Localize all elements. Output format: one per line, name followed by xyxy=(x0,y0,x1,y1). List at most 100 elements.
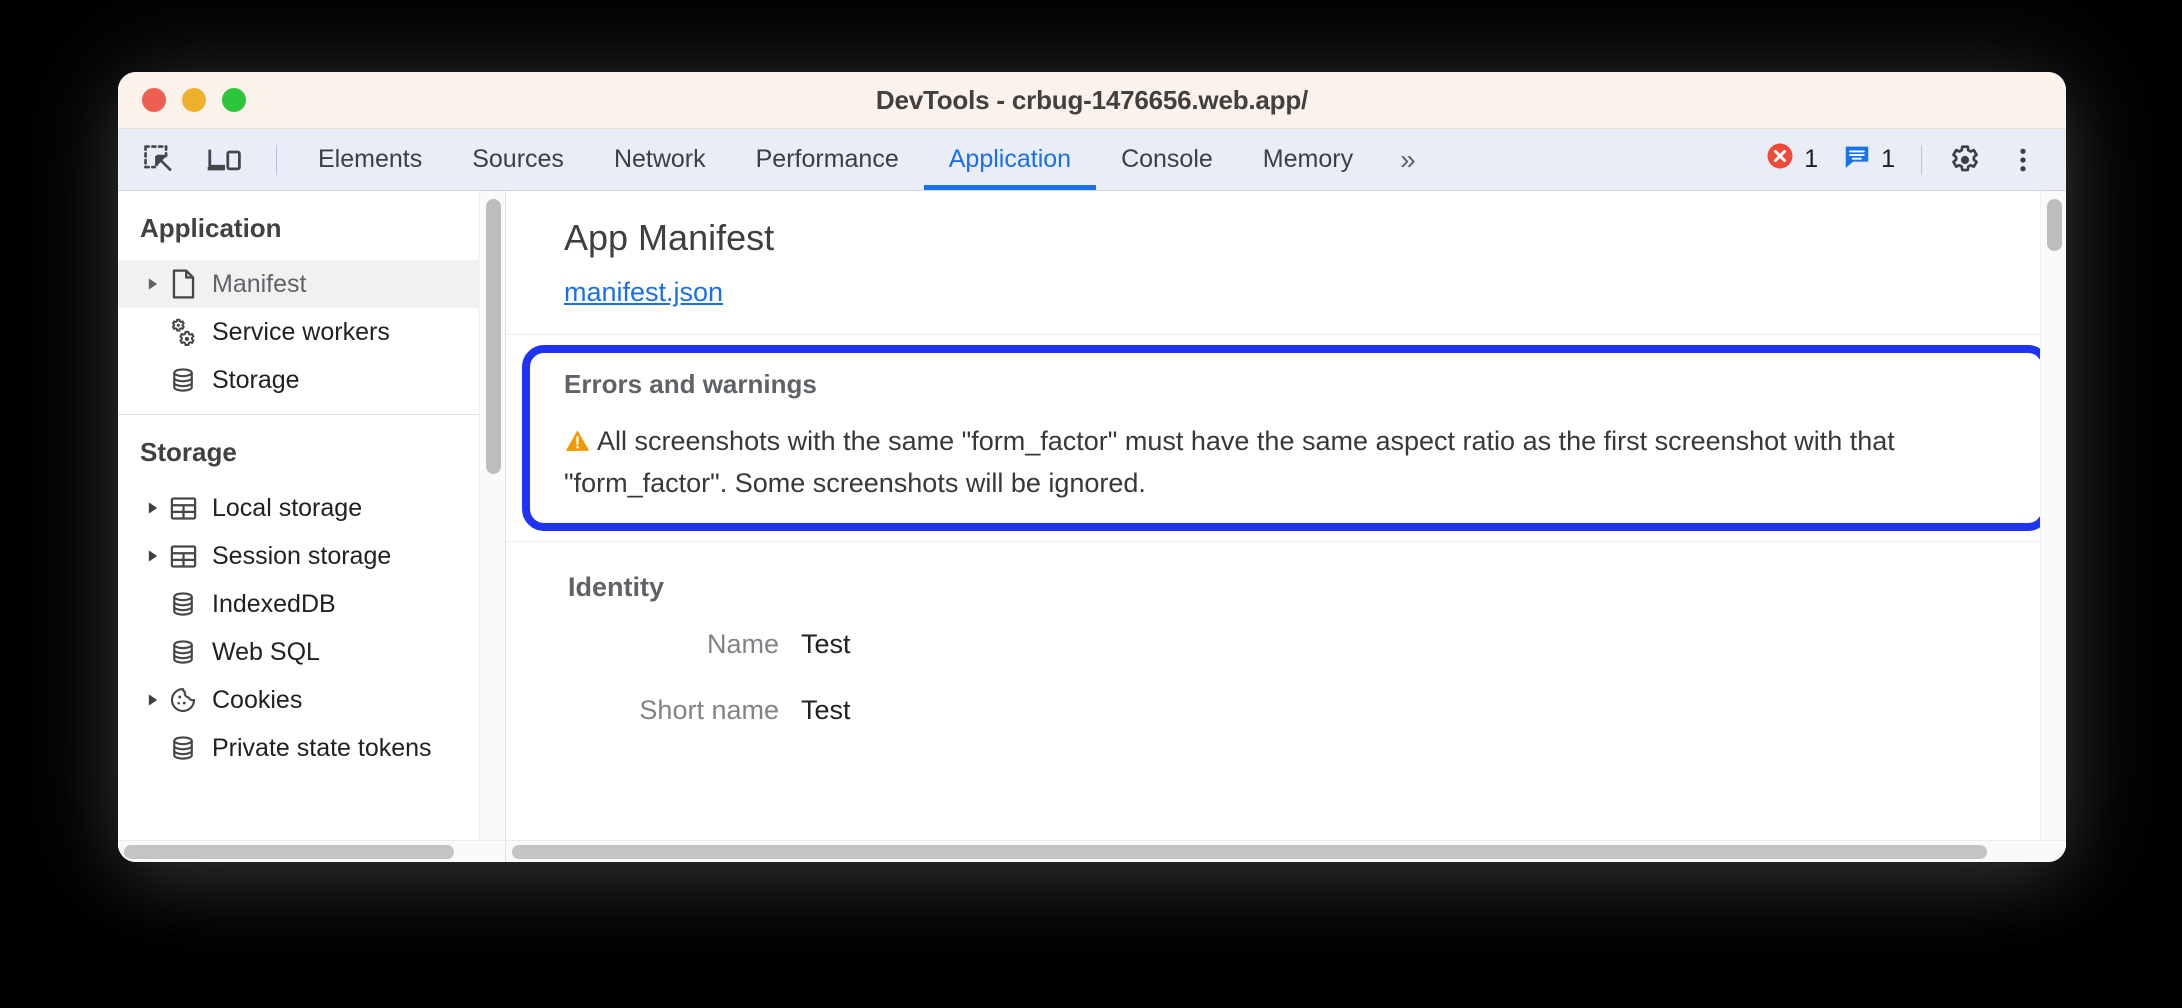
errors-message-text: All screenshots with the same "form_fact… xyxy=(564,426,1895,499)
manifest-horizontal-scrollbar[interactable] xyxy=(506,840,2066,862)
manifest-scrollbar-thumb[interactable] xyxy=(2047,199,2062,251)
database-icon xyxy=(166,637,200,667)
page-title: App Manifest xyxy=(564,217,775,258)
identity-heading: Identity xyxy=(568,572,665,603)
error-counter[interactable]: 1 xyxy=(1757,141,1826,178)
document-icon xyxy=(166,269,200,299)
manifest-scroll-area: App Manifest manifest.json Errors and wa… xyxy=(506,191,2066,840)
sidebar-item-storage[interactable]: Storage xyxy=(118,356,505,404)
errors-and-warnings-section: Errors and warnings All screenshots with… xyxy=(506,335,2066,543)
device-toolbar-icon[interactable] xyxy=(200,135,250,185)
error-count-label: 1 xyxy=(1804,145,1819,173)
manifest-vertical-scrollbar[interactable] xyxy=(2040,191,2066,840)
tab-label: Sources xyxy=(472,145,564,173)
tabbar-right-icons: 1 1 xyxy=(1757,129,2066,190)
sidebar-item-session-storage[interactable]: Session storage xyxy=(118,532,505,580)
errors-and-warnings-inner: Errors and warnings All screenshots with… xyxy=(506,335,2066,541)
sidebar-item-indexeddb[interactable]: IndexedDB xyxy=(118,580,505,628)
sidebar-item-label: Service workers xyxy=(212,317,390,346)
sidebar-scrollbar-thumb[interactable] xyxy=(486,199,501,474)
tab-sources[interactable]: Sources xyxy=(447,129,589,190)
sidebar-item-label: IndexedDB xyxy=(212,589,336,618)
kebab-menu-icon[interactable] xyxy=(1998,135,2048,185)
field-key: Name xyxy=(706,628,779,659)
sidebar-group-application-header: Application xyxy=(140,213,282,243)
panel-tabs: Elements Sources Network Performance App… xyxy=(293,129,1435,190)
gear-icon[interactable] xyxy=(1940,135,1990,185)
tab-elements[interactable]: Elements xyxy=(293,129,447,190)
manifest-content: App Manifest manifest.json Errors and wa… xyxy=(506,191,2066,743)
inspect-element-icon[interactable] xyxy=(134,135,184,185)
sidebar-item-label: Storage xyxy=(212,365,300,394)
message-counter[interactable]: 1 xyxy=(1834,141,1903,178)
tab-network[interactable]: Network xyxy=(589,129,731,190)
tab-console[interactable]: Console xyxy=(1096,129,1238,190)
table-icon xyxy=(166,494,200,523)
message-count-label: 1 xyxy=(1881,145,1895,173)
field-value: Test xyxy=(801,628,851,659)
more-tabs-label: » xyxy=(1400,143,1415,175)
message-bubble-icon xyxy=(1842,141,1872,178)
devtools-tabbar: Elements Sources Network Performance App… xyxy=(118,129,2066,191)
window-title: DevTools - crbug-1476656.web.app/ xyxy=(875,84,1309,115)
tab-application[interactable]: Application xyxy=(923,129,1097,190)
manifest-panel: App Manifest manifest.json Errors and wa… xyxy=(506,191,2066,862)
sidebar-item-label: Session storage xyxy=(212,541,392,570)
sidebar-item-private-state-tokens[interactable]: Private state tokens xyxy=(118,724,505,772)
screenshot-root: DevTools - crbug-1476656.web.app/ Elemen… xyxy=(0,0,2182,1008)
more-tabs-chevron-icon[interactable]: » xyxy=(1378,129,1435,190)
warning-triangle-icon xyxy=(564,425,591,464)
tabbar-divider xyxy=(276,144,277,175)
tab-label: Network xyxy=(613,145,706,173)
gears-icon xyxy=(166,317,200,347)
tab-label: Memory xyxy=(1262,145,1354,173)
database-icon xyxy=(166,365,200,395)
sidebar-item-web-sql[interactable]: Web SQL xyxy=(118,628,505,676)
devtools-window: DevTools - crbug-1476656.web.app/ Elemen… xyxy=(118,72,2066,862)
sidebar-vertical-scrollbar[interactable] xyxy=(479,191,505,840)
sidebar-item-cookies[interactable]: Cookies xyxy=(118,676,505,724)
sidebar-item-label: Manifest xyxy=(212,269,307,298)
tab-label: Application xyxy=(948,145,1072,173)
cookie-icon xyxy=(166,685,200,715)
errors-section-body: All screenshots with the same "form_fact… xyxy=(564,422,2008,503)
tab-label: Console xyxy=(1121,145,1213,173)
sidebar-item-label: Cookies xyxy=(212,685,303,714)
sidebar-item-manifest[interactable]: Manifest xyxy=(118,260,505,308)
sidebar-item-label: Web SQL xyxy=(212,637,320,666)
manifest-hscrollbar-thumb[interactable] xyxy=(512,845,1987,859)
database-icon xyxy=(166,589,200,619)
expand-triangle-icon[interactable] xyxy=(140,501,166,515)
sidebar-horizontal-scrollbar[interactable] xyxy=(118,840,505,862)
database-icon xyxy=(166,733,200,763)
error-circle-icon xyxy=(1765,141,1795,178)
tab-performance[interactable]: Performance xyxy=(731,129,924,190)
sidebar-item-local-storage[interactable]: Local storage xyxy=(118,484,505,532)
expand-triangle-icon[interactable] xyxy=(140,549,166,563)
sidebar-item-label: Private state tokens xyxy=(212,733,432,762)
field-key: Short name xyxy=(639,694,779,725)
identity-section: Identity Name Test Short name Test xyxy=(506,542,2066,743)
sidebar-item-service-workers[interactable]: Service workers xyxy=(118,308,505,356)
expand-triangle-icon[interactable] xyxy=(140,277,166,291)
identity-row-short-name: Short name Test xyxy=(506,677,2066,743)
sidebar-item-label: Local storage xyxy=(212,493,363,522)
tabbar-left-icons xyxy=(118,129,287,190)
window-titlebar: DevTools - crbug-1476656.web.app/ xyxy=(118,72,2066,129)
sidebar-hscrollbar-thumb[interactable] xyxy=(124,845,454,859)
errors-section-heading: Errors and warnings xyxy=(564,369,817,399)
tab-memory[interactable]: Memory xyxy=(1238,129,1378,190)
manifest-json-link[interactable]: manifest.json xyxy=(564,277,723,307)
field-value: Test xyxy=(801,694,851,725)
tab-label: Elements xyxy=(318,145,423,173)
tab-label: Performance xyxy=(755,145,899,173)
identity-row-name: Name Test xyxy=(506,611,2066,677)
devtools-panes: Application Manifest Service workers Sto… xyxy=(118,191,2066,862)
manifest-header-section: App Manifest manifest.json xyxy=(506,191,2066,335)
table-icon xyxy=(166,542,200,571)
tabbar-right-divider xyxy=(1921,144,1922,175)
application-sidebar: Application Manifest Service workers Sto… xyxy=(118,191,506,862)
sidebar-group-storage-header: Storage xyxy=(140,437,237,467)
sidebar-scroll-area: Application Manifest Service workers Sto… xyxy=(118,191,505,840)
expand-triangle-icon[interactable] xyxy=(140,693,166,707)
